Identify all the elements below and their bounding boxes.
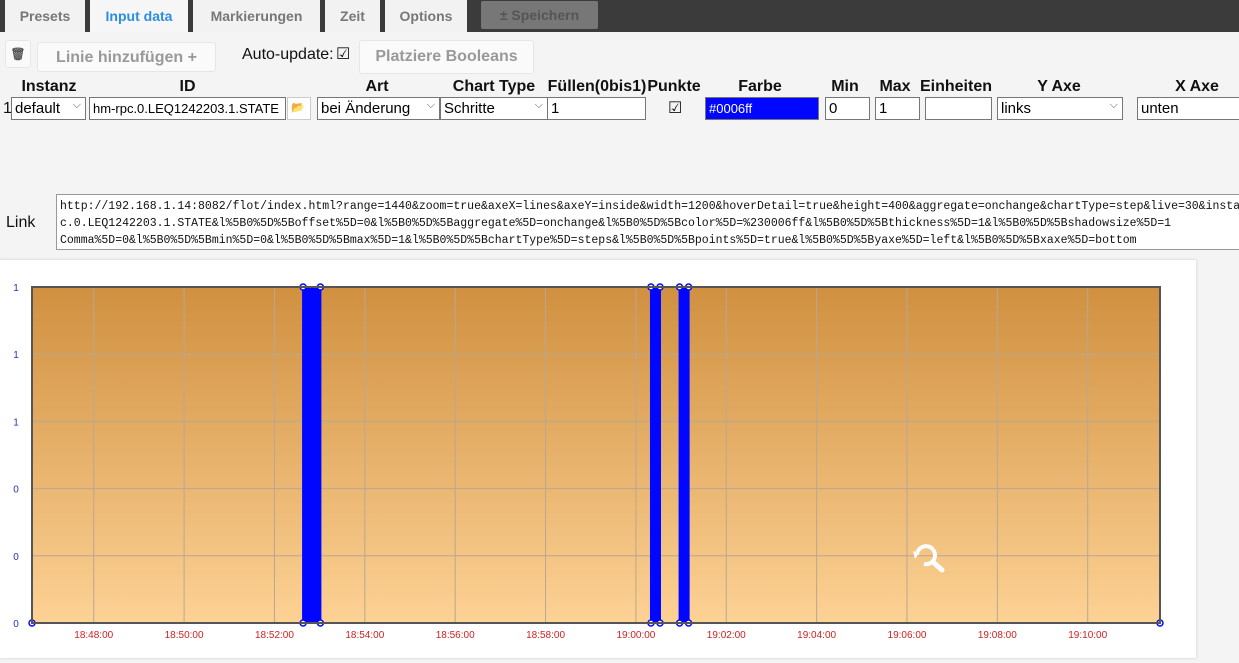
x-tick-label: 19:08:00 [978, 630, 1017, 641]
chart-panel: 18:48:00 18:50:00 18:52:00 18:54:00 18:56:00… [0, 260, 1196, 658]
x-tick-label: 18:50:00 [165, 630, 204, 641]
tab-zeit[interactable]: Zeit [325, 0, 380, 32]
fill-value: 1 [551, 100, 560, 117]
trash-icon[interactable]: 🗑 [5, 40, 31, 68]
min-value: 0 [829, 100, 838, 117]
max-input[interactable]: 1 [875, 97, 920, 120]
col-units: Einheiten [919, 78, 992, 95]
points-checkbox[interactable]: ☑ [668, 98, 682, 118]
id-value: hm-rpc.0.LEQ1242203.1.STATE [93, 101, 279, 116]
col-fill: Füllen(0bis1) [547, 78, 647, 95]
x-tick-label: 19:02:00 [707, 630, 746, 641]
x-tick-label: 19:10:00 [1068, 630, 1107, 641]
y-tick-label: 0 [13, 552, 19, 563]
col-y-axe: Y Axe [1037, 78, 1081, 95]
y-tick-label: 1 [13, 283, 19, 294]
add-line-button[interactable]: Linie hinzufügen + [37, 42, 216, 72]
tab-options[interactable]: Options [385, 0, 467, 32]
x-tick-label: 19:06:00 [888, 630, 927, 641]
instance-select[interactable]: default [11, 97, 86, 120]
place-booleans-button[interactable]: Platziere Booleans [359, 40, 534, 74]
chart[interactable]: 18:48:00 18:50:00 18:52:00 18:54:00 18:56:00… [0, 260, 1196, 658]
tab-input-data[interactable]: Input data [90, 0, 188, 32]
x-tick-label: 18:56:00 [436, 630, 475, 641]
col-max: Max [879, 78, 911, 95]
x-tick-label: 18:48:00 [74, 630, 113, 641]
fill-input[interactable]: 1 [547, 97, 646, 120]
col-art: Art [365, 78, 389, 95]
x-tick-label: 18:52:00 [255, 630, 294, 641]
x-tick-label: 19:00:00 [616, 630, 655, 641]
color-value: #0006ff [709, 101, 753, 116]
y-tick-label: 1 [13, 417, 19, 428]
min-input[interactable]: 0 [825, 97, 870, 120]
units-input[interactable] [925, 97, 992, 120]
tab-markierungen[interactable]: Markierungen [193, 0, 320, 32]
art-select[interactable]: bei Änderung [317, 97, 440, 120]
col-id: ID [179, 78, 196, 95]
auto-update-checkbox[interactable]: ☑ [336, 44, 350, 64]
col-color: Farbe [738, 78, 782, 95]
auto-update-label: Auto-update: [242, 46, 334, 63]
col-min: Min [831, 78, 859, 95]
y-tick-label: 0 [13, 485, 19, 496]
x-axe-value: unten [1141, 100, 1179, 117]
col-x-axe: X Axe [1175, 78, 1219, 95]
col-chart-type: Chart Type [452, 78, 536, 95]
col-points: Punkte [647, 78, 701, 95]
link-label: Link [6, 214, 36, 231]
plot-background [32, 287, 1160, 623]
chart-type-value: Schritte [444, 100, 495, 117]
color-input[interactable]: #0006ff [705, 97, 819, 120]
x-tick-label: 19:04:00 [797, 630, 836, 641]
x-tick-label: 18:58:00 [526, 630, 565, 641]
id-input[interactable]: hm-rpc.0.LEQ1242203.1.STATE [89, 97, 286, 120]
max-value: 1 [879, 100, 888, 117]
x-tick-label: 18:54:00 [345, 630, 384, 641]
y-tick-label: 0 [13, 619, 19, 630]
tab-bar: Presets Input data Markierungen Zeit Opt… [0, 0, 1239, 32]
art-value: bei Änderung [321, 100, 411, 117]
y-tick-label: 1 [13, 350, 19, 361]
y-axe-select[interactable]: links [997, 97, 1123, 120]
y-axe-value: links [1001, 100, 1032, 117]
folder-open-icon[interactable]: 📂 [287, 97, 311, 120]
chart-type-select[interactable]: Schritte [440, 97, 548, 120]
link-textarea[interactable]: http://192.168.1.14:8082/flot/index.html… [56, 194, 1239, 250]
save-button[interactable]: ± Speichern [481, 1, 598, 29]
col-instanz: Instanz [21, 78, 77, 95]
tab-presets[interactable]: Presets [5, 0, 85, 32]
x-axe-select[interactable]: unten [1137, 97, 1239, 120]
instance-value: default [15, 100, 61, 117]
